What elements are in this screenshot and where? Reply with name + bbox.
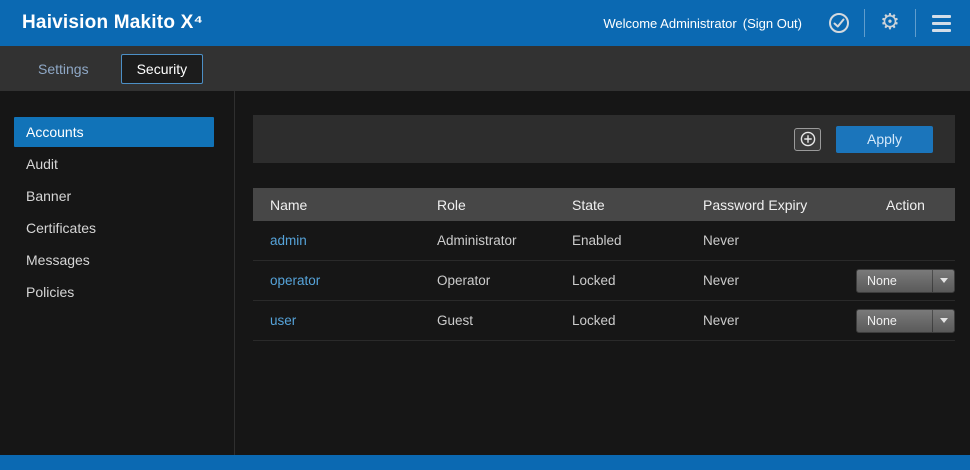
column-header-state: State bbox=[572, 197, 703, 213]
account-action: None bbox=[856, 269, 955, 293]
brand-logo[interactable]: Haivision Makito X⁴ bbox=[22, 12, 203, 34]
toolbar-separator bbox=[915, 9, 916, 37]
account-state: Locked bbox=[572, 313, 703, 328]
chevron-down-icon bbox=[932, 310, 954, 332]
footer-bar bbox=[0, 455, 970, 470]
tab-settings[interactable]: Settings bbox=[28, 55, 99, 83]
accounts-table: Name Role State Password Expiry Action a… bbox=[253, 188, 955, 341]
sidebar-item-banner[interactable]: Banner bbox=[14, 181, 214, 211]
page: Haivision Makito X⁴ Welcome Administrato… bbox=[0, 0, 970, 470]
account-name-link[interactable]: operator bbox=[270, 273, 320, 288]
table-header-row: Name Role State Password Expiry Action bbox=[253, 188, 955, 221]
menu-button[interactable] bbox=[926, 8, 956, 38]
account-state: Enabled bbox=[572, 233, 703, 248]
account-role: Administrator bbox=[437, 233, 572, 248]
account-role: Operator bbox=[437, 273, 572, 288]
table-row: operator Operator Locked Never None bbox=[253, 261, 955, 301]
account-state: Locked bbox=[572, 273, 703, 288]
apply-button[interactable]: Apply bbox=[836, 126, 933, 153]
accounts-toolbar: Apply bbox=[253, 115, 955, 163]
column-header-expiry: Password Expiry bbox=[703, 197, 856, 213]
account-name-link[interactable]: admin bbox=[270, 233, 307, 248]
action-dropdown-value: None bbox=[857, 274, 932, 288]
menu-icon bbox=[932, 15, 951, 32]
account-expiry: Never bbox=[703, 233, 856, 248]
action-dropdown[interactable]: None bbox=[856, 269, 955, 293]
top-bar: Haivision Makito X⁴ Welcome Administrato… bbox=[0, 0, 970, 46]
sidebar-item-policies[interactable]: Policies bbox=[14, 277, 214, 307]
sidebar-item-accounts[interactable]: Accounts bbox=[14, 117, 214, 147]
status-icon bbox=[828, 12, 850, 34]
sidebar-item-messages[interactable]: Messages bbox=[14, 245, 214, 275]
content-area: Accounts Audit Banner Certificates Messa… bbox=[0, 91, 970, 455]
top-bar-right: Welcome Administrator (Sign Out) ⚙ bbox=[603, 8, 956, 38]
column-header-action: Action bbox=[856, 197, 955, 213]
welcome-text: Welcome Administrator bbox=[603, 16, 736, 31]
chevron-down-icon bbox=[932, 270, 954, 292]
column-header-name: Name bbox=[253, 197, 437, 213]
account-expiry: Never bbox=[703, 273, 856, 288]
account-role: Guest bbox=[437, 313, 572, 328]
tab-bar: Settings Security bbox=[0, 46, 970, 91]
table-row: user Guest Locked Never None bbox=[253, 301, 955, 341]
sidebar-item-audit[interactable]: Audit bbox=[14, 149, 214, 179]
tab-security[interactable]: Security bbox=[121, 54, 204, 84]
account-name-link[interactable]: user bbox=[270, 313, 296, 328]
account-expiry: Never bbox=[703, 313, 856, 328]
status-button[interactable] bbox=[824, 8, 854, 38]
action-dropdown[interactable]: None bbox=[856, 309, 955, 333]
column-header-role: Role bbox=[437, 197, 572, 213]
sidebar-item-certificates[interactable]: Certificates bbox=[14, 213, 214, 243]
gear-icon: ⚙ bbox=[880, 12, 900, 34]
table-row: admin Administrator Enabled Never bbox=[253, 221, 955, 261]
sidebar: Accounts Audit Banner Certificates Messa… bbox=[0, 91, 235, 455]
plus-icon bbox=[800, 131, 816, 147]
settings-gear-button[interactable]: ⚙ bbox=[875, 8, 905, 38]
account-action: None bbox=[856, 309, 955, 333]
sign-out-link[interactable]: (Sign Out) bbox=[743, 16, 802, 31]
action-dropdown-value: None bbox=[857, 314, 932, 328]
add-account-button[interactable] bbox=[794, 128, 821, 151]
main-content: Apply Name Role State Password Expiry Ac… bbox=[235, 91, 970, 455]
toolbar-separator bbox=[864, 9, 865, 37]
